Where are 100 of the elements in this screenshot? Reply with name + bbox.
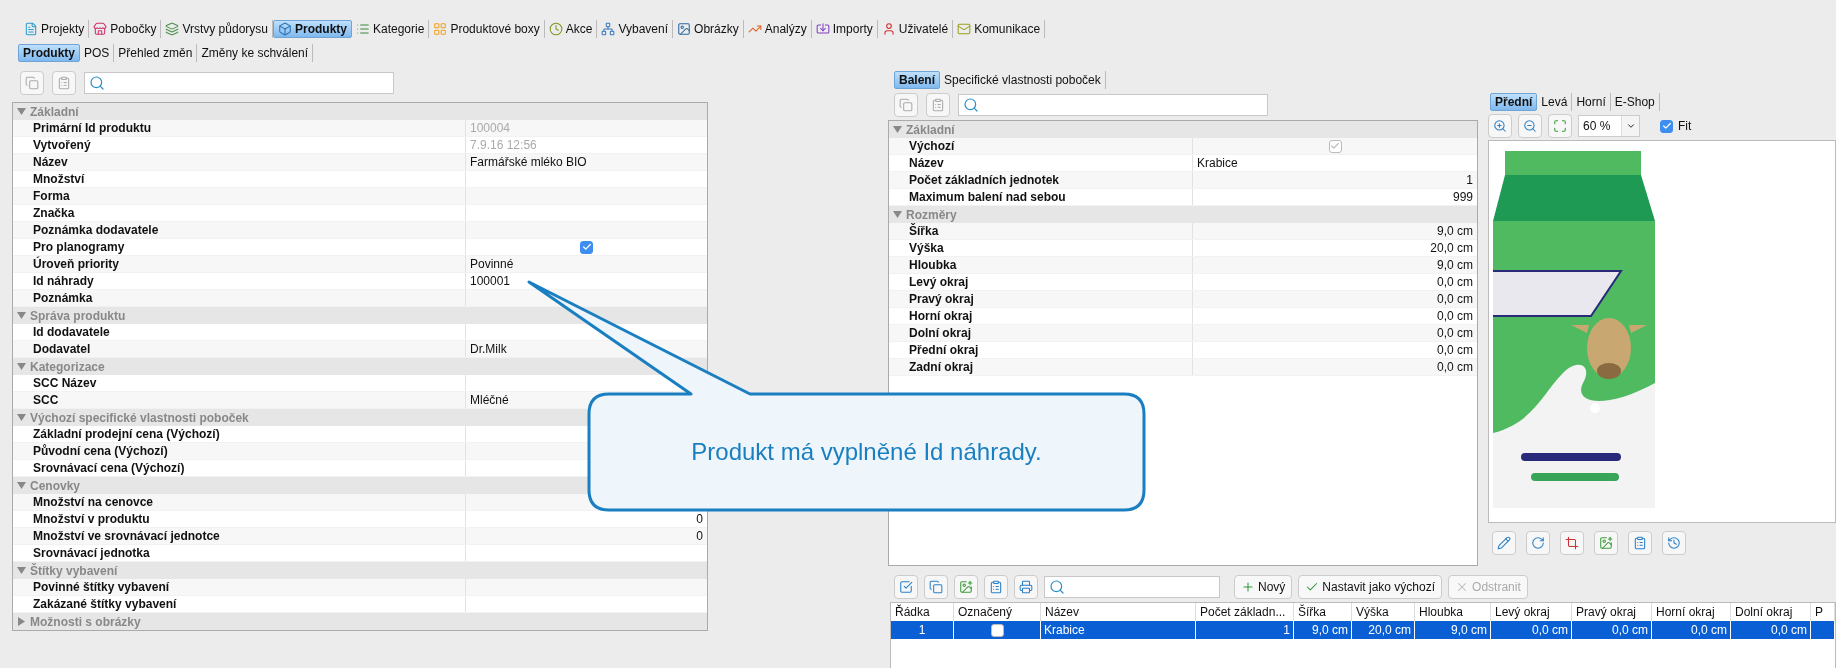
import-icon (815, 22, 830, 36)
image-icon (1599, 536, 1613, 550)
property-label: Značka (32, 205, 76, 221)
expand-icon[interactable] (17, 311, 26, 320)
copy-icon (929, 580, 943, 594)
tab[interactable]: Produkty (18, 44, 80, 62)
user-icon (881, 22, 896, 36)
callout-text: Produkt má vyplněné Id náhrady. (690, 437, 1043, 467)
expand-icon[interactable] (17, 481, 26, 490)
search-field[interactable] (958, 94, 1268, 116)
property-value: 9,0 cm (1192, 257, 1477, 273)
add-image-button[interactable] (954, 575, 978, 599)
property-value: 0 (465, 528, 707, 544)
tab[interactable]: Specifické vlastnosti poboček (940, 71, 1106, 89)
action-button[interactable]: Nastavit jako výchozí (1298, 575, 1443, 599)
checkbox[interactable] (580, 240, 593, 254)
zoom-out-button[interactable] (1518, 114, 1542, 138)
dropdown-button[interactable] (1621, 116, 1639, 136)
table-cell: 9,0 cm (1415, 621, 1491, 639)
property-value: 0,0 cm (1192, 359, 1477, 375)
tab[interactable]: Vrstvy půdorysu (161, 20, 273, 38)
tab[interactable]: Produktové boxy (429, 20, 545, 38)
property-value: 999 (1192, 189, 1477, 205)
mail-icon (957, 22, 972, 36)
tab[interactable]: Vybavení (597, 20, 674, 38)
tab[interactable]: Balení (894, 71, 940, 89)
property-label: Vytvořený (32, 137, 92, 153)
property-value: Povinné (465, 256, 707, 272)
layers-icon (165, 22, 180, 36)
clipboard-icon (57, 76, 71, 90)
tab[interactable]: E-Shop (1610, 93, 1660, 111)
expand-icon[interactable] (893, 125, 902, 134)
property-value: Farmářské mléko BIO (465, 154, 707, 170)
tab[interactable]: Kategorie (352, 20, 430, 38)
table-cell: 0,0 cm (1491, 621, 1572, 639)
tab[interactable]: Akce (544, 20, 598, 38)
property-label: Výška (908, 240, 945, 256)
copy-button[interactable] (924, 575, 948, 599)
crop-button[interactable] (1560, 531, 1584, 555)
tab[interactable]: Přehled změn (114, 44, 198, 62)
expand-icon[interactable] (17, 362, 26, 371)
expand-icon[interactable] (893, 210, 902, 219)
rotate-button[interactable] (1526, 531, 1550, 555)
clock-icon (548, 22, 563, 36)
history-button[interactable] (1662, 531, 1686, 555)
tab[interactable]: POS (80, 44, 115, 62)
tab[interactable]: Levá (1537, 93, 1573, 111)
tab[interactable]: Přední (1490, 93, 1538, 111)
collapse-icon[interactable] (17, 617, 26, 626)
copy-button[interactable] (894, 93, 918, 117)
add-image-button[interactable] (1594, 531, 1618, 555)
tab[interactable]: Horní (1572, 93, 1611, 111)
property-label: Dodavatel (32, 341, 92, 357)
property-label: Id dodavatele (32, 324, 111, 340)
property-value: 9,0 cm (1192, 223, 1477, 239)
clipboard-button[interactable] (926, 93, 950, 117)
zoom-in-button[interactable] (1488, 114, 1512, 138)
expand-icon[interactable] (17, 566, 26, 575)
clipboard-button[interactable] (52, 71, 76, 95)
edit-button[interactable] (1492, 531, 1516, 555)
fit-checkbox[interactable]: Fit (1660, 119, 1692, 133)
checkbox[interactable] (990, 623, 1004, 637)
property-value: 0,0 cm (1192, 325, 1477, 341)
tab[interactable]: Změny ke schválení (197, 44, 314, 62)
expand-icon[interactable] (17, 107, 26, 116)
clipboard-button[interactable] (1628, 531, 1652, 555)
property-label: Srovnávací jednotka (32, 545, 151, 561)
rotate-icon (1531, 536, 1545, 550)
grid-icon (433, 22, 448, 36)
search-field[interactable] (1044, 576, 1220, 598)
tab[interactable]: Projekty (20, 20, 90, 38)
property-value: 100004 (465, 120, 707, 136)
property-label: Název (908, 155, 945, 171)
tab[interactable]: Pobočky (89, 20, 162, 38)
property-label: Název (32, 154, 69, 170)
table-cell: 0,0 cm (1572, 621, 1652, 639)
image-icon (959, 580, 973, 594)
property-label: Maximum balení nad sebou (908, 189, 1067, 205)
tab[interactable]: Analýzy (743, 20, 812, 38)
expand-icon[interactable] (17, 413, 26, 422)
action-button[interactable]: Nový (1234, 575, 1293, 599)
tab[interactable]: Produkty (273, 20, 352, 38)
zoom-select[interactable]: 60 % (1578, 115, 1640, 137)
property-label: Poznámka (32, 290, 94, 306)
clipboard-button[interactable] (984, 575, 1008, 599)
copy-button[interactable] (20, 71, 44, 95)
tab[interactable]: Komunikace (953, 20, 1046, 38)
fit-button[interactable] (1548, 114, 1572, 138)
property-label: Primární Id produktu (32, 120, 152, 136)
property-label: Pravý okraj (908, 291, 975, 307)
select-button[interactable] (894, 575, 918, 599)
search-field[interactable] (84, 72, 394, 94)
table-cell: 0,0 cm (1652, 621, 1731, 639)
property-value: 7.9.16 12:56 (465, 137, 707, 153)
tab[interactable]: Importy (811, 20, 878, 38)
table-row[interactable]: 1 Krabice 1 9,0 cm 20,0 cm 9,0 cm 0,0 cm 0,0 cm 0,0 cm 0,0 cm (891, 621, 1835, 639)
tab[interactable]: Obrázky (673, 20, 744, 38)
tab[interactable]: Uživatelé (877, 20, 954, 38)
property-label: Základní prodejní cena (Výchozí) (32, 426, 221, 442)
print-button[interactable] (1014, 575, 1038, 599)
